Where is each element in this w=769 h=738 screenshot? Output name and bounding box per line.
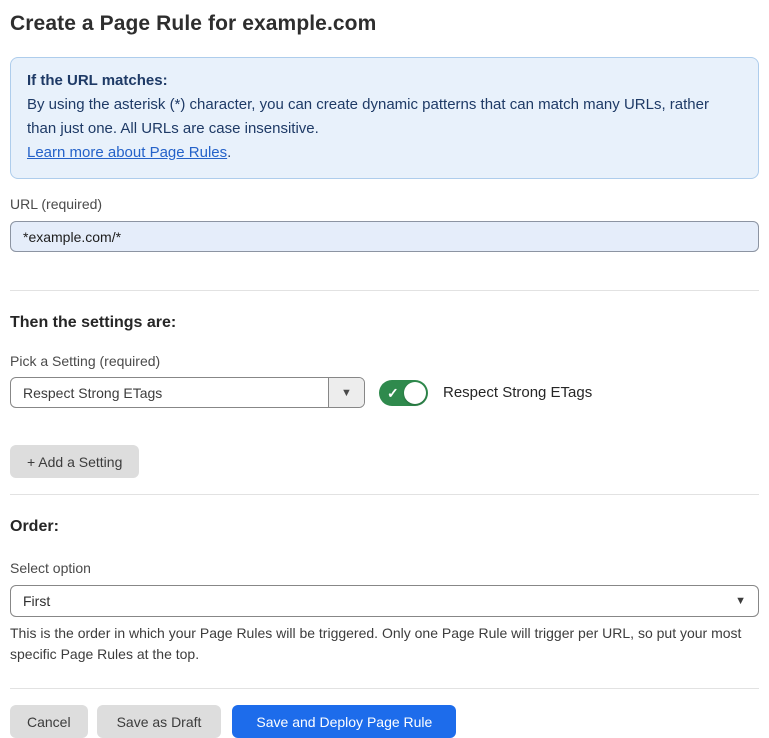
toggle-knob — [404, 382, 426, 404]
page-rule-form: Create a Page Rule for example.com If th… — [0, 0, 769, 738]
url-input[interactable] — [10, 221, 759, 252]
learn-more-page-rules-link[interactable]: Learn more about Page Rules — [27, 144, 227, 161]
check-icon: ✓ — [387, 384, 399, 402]
order-select-label: Select option — [10, 560, 759, 576]
info-box-heading: If the URL matches: — [27, 69, 742, 93]
settings-section-heading: Then the settings are: — [10, 314, 759, 332]
setting-dropdown[interactable]: Respect Strong ETags ▼ — [10, 377, 365, 408]
save-deploy-button[interactable]: Save and Deploy Page Rule — [232, 705, 456, 738]
setting-picker-label: Pick a Setting (required) — [10, 353, 759, 369]
order-select[interactable]: First ▼ — [10, 585, 759, 617]
link-suffix: . — [227, 144, 231, 161]
setting-dropdown-value: Respect Strong ETags — [11, 378, 328, 407]
divider — [10, 688, 759, 689]
toggle-label: Respect Strong ETags — [443, 384, 592, 401]
dropdown-arrow-button[interactable]: ▼ — [328, 378, 364, 407]
divider — [10, 494, 759, 495]
etags-toggle[interactable]: ✓ — [379, 380, 428, 406]
url-field-label: URL (required) — [10, 196, 759, 212]
info-box-link-row: Learn more about Page Rules. — [27, 141, 742, 165]
divider — [10, 290, 759, 291]
footer-actions: Cancel Save as Draft Save and Deploy Pag… — [10, 705, 759, 738]
cancel-button[interactable]: Cancel — [10, 705, 88, 738]
save-draft-button[interactable]: Save as Draft — [97, 705, 222, 738]
info-box-body: By using the asterisk (*) character, you… — [27, 93, 742, 141]
order-help-text: This is the order in which your Page Rul… — [10, 623, 759, 665]
caret-down-icon: ▼ — [735, 595, 746, 607]
order-select-value: First — [23, 593, 735, 609]
setting-row: Respect Strong ETags ▼ ✓ Respect Strong … — [10, 377, 759, 408]
chevron-down-icon: ▼ — [341, 387, 352, 399]
add-setting-button[interactable]: + Add a Setting — [10, 445, 139, 478]
order-section-heading: Order: — [10, 518, 759, 536]
page-title: Create a Page Rule for example.com — [10, 12, 759, 36]
url-match-info-box: If the URL matches: By using the asteris… — [10, 57, 759, 179]
